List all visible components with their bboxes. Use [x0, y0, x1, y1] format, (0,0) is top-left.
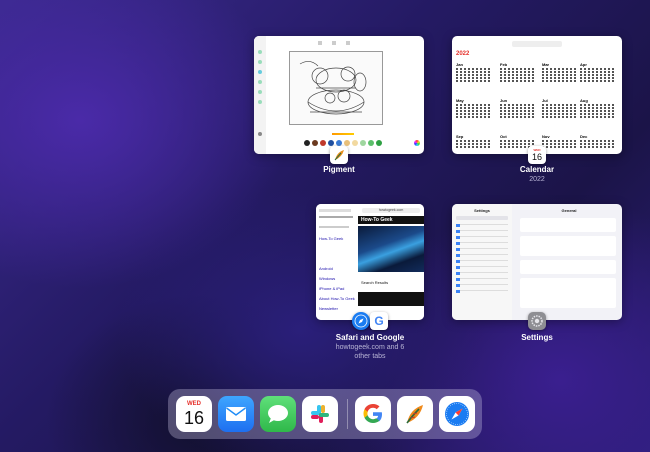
coloring-page-canvas[interactable] [289, 51, 383, 125]
safari-google-card-subtitle-2: other tabs [354, 353, 386, 360]
dock-slack-icon[interactable] [302, 396, 338, 432]
google-app-icon: G [370, 312, 388, 330]
month-jul[interactable]: Jul [542, 98, 576, 118]
search-results-heading: Search Results [361, 280, 389, 285]
month-jun[interactable]: Jun [500, 98, 534, 118]
safari-app-icon [352, 312, 370, 330]
color-swatch[interactable] [352, 140, 358, 146]
dock-calendar-icon[interactable]: WED 16 [176, 396, 212, 432]
month-apr[interactable]: Apr [580, 62, 614, 82]
safari-google-card-subtitle-1: howtogeek.com and 6 [335, 344, 405, 351]
color-swatch[interactable] [360, 140, 366, 146]
calendar-year: 2022 [456, 51, 470, 57]
color-swatch[interactable] [344, 140, 350, 146]
color-swatch[interactable] [312, 140, 318, 146]
pigment-tool-sidebar [254, 36, 266, 154]
settings-card-title: Settings [521, 333, 553, 342]
dock-pigment-icon[interactable] [397, 396, 433, 432]
calendar-card-subtitle: 2022 [529, 176, 545, 183]
google-result-link[interactable]: Windows [319, 276, 335, 281]
dock-safari-icon[interactable] [439, 396, 475, 432]
dock-google-icon[interactable] [355, 396, 391, 432]
dock-messages-icon[interactable] [260, 396, 296, 432]
color-swatch[interactable] [304, 140, 310, 146]
calendar-view-switcher[interactable] [512, 41, 562, 47]
color-swatch[interactable] [368, 140, 374, 146]
site-header: How-To Geek [358, 216, 424, 224]
pigment-app-card[interactable] [254, 36, 424, 154]
brush-size-slider[interactable] [332, 133, 354, 135]
settings-app-icon [528, 312, 546, 330]
month-nov[interactable]: Nov [542, 134, 576, 148]
safari-google-card-title: Safari and Google [335, 333, 405, 342]
google-result-link[interactable]: Android [319, 266, 333, 271]
safari-google-app-card[interactable]: How-To Geek Android Windows iPhone & iPa… [316, 204, 424, 320]
pigment-top-toolbar [318, 41, 358, 45]
month-dec[interactable]: Dec [580, 134, 614, 148]
calendar-app-card[interactable]: 2022 Jan Feb Mar Apr May Jun Jul Aug Sep… [452, 36, 622, 154]
settings-app-card[interactable]: Settings General [452, 204, 622, 320]
google-app-pane: How-To Geek Android Windows iPhone & iPa… [316, 204, 356, 320]
ad-banner [358, 292, 424, 306]
settings-detail-pane: General [516, 204, 622, 320]
color-swatch[interactable] [320, 140, 326, 146]
calendar-app-icon: WED 16 [528, 146, 546, 164]
google-result-link[interactable]: About How-To Geek [319, 296, 355, 301]
dock-mail-icon[interactable] [218, 396, 254, 432]
month-sep[interactable]: Sep [456, 134, 490, 148]
settings-sidebar: Settings [452, 204, 512, 320]
month-aug[interactable]: Aug [580, 98, 614, 118]
safari-address-bar[interactable]: howtogeek.com [362, 208, 420, 213]
month-feb[interactable]: Feb [500, 62, 534, 82]
pigment-app-icon [330, 146, 348, 164]
google-result-link[interactable]: How-To Geek [319, 236, 343, 241]
calendar-card-title: Calendar [519, 165, 555, 174]
google-result-link[interactable]: Newsletter [319, 306, 338, 311]
article-hero-image [358, 226, 424, 272]
color-wheel[interactable] [414, 140, 420, 146]
month-mar[interactable]: Mar [542, 62, 576, 82]
month-may[interactable]: May [456, 98, 490, 118]
dock: WED 16 [168, 389, 482, 439]
dock-divider [347, 399, 348, 429]
safari-app-pane: howtogeek.com How-To Geek Search Results [358, 204, 424, 320]
month-jan[interactable]: Jan [456, 62, 490, 82]
color-swatch[interactable] [376, 140, 382, 146]
pigment-card-title: Pigment [323, 165, 355, 174]
google-result-link[interactable]: iPhone & iPad [319, 286, 344, 291]
